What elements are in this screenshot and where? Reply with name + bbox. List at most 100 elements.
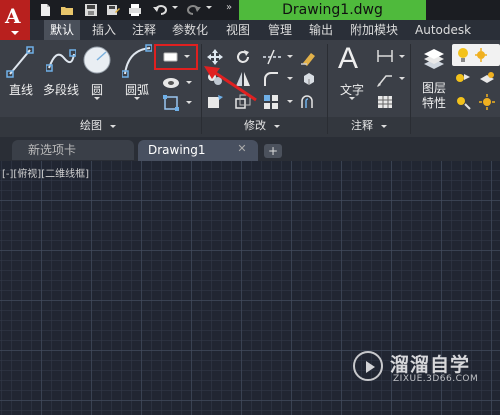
chevron-down-icon[interactable] bbox=[287, 77, 293, 80]
chevron-down-icon[interactable] bbox=[186, 81, 192, 84]
layer-lock-icon bbox=[479, 94, 495, 110]
dimension-tool[interactable] bbox=[376, 48, 394, 66]
sun-icon bbox=[475, 48, 487, 62]
chevron-down-icon bbox=[109, 124, 116, 128]
chevron-down-icon bbox=[349, 97, 355, 100]
layer-freeze-icon bbox=[456, 74, 470, 82]
array-tool[interactable] bbox=[262, 93, 280, 111]
table-icon bbox=[378, 96, 392, 108]
layer-isolate-icon bbox=[480, 72, 494, 83]
chevron-down-icon bbox=[273, 124, 280, 128]
polyline-label: 多段线 bbox=[42, 83, 79, 97]
arc-tool[interactable]: 圆弧 bbox=[120, 44, 154, 100]
draw-panel-title-label: 绘图 bbox=[80, 119, 102, 132]
chevron-down-icon bbox=[134, 97, 140, 100]
lightbulb-icon bbox=[458, 48, 468, 62]
dimension-icon bbox=[377, 50, 393, 62]
text-tool[interactable]: A 文字 bbox=[336, 42, 370, 108]
arc-icon bbox=[122, 44, 152, 78]
annotation-panel-title[interactable]: 注释 bbox=[351, 118, 387, 134]
trim-tool[interactable] bbox=[262, 48, 282, 66]
layer-off-tool[interactable] bbox=[454, 93, 472, 111]
redo-dropdown-icon[interactable] bbox=[206, 6, 212, 10]
draw-panel-title[interactable]: 绘图 bbox=[80, 118, 116, 134]
modify-panel-title-label: 修改 bbox=[244, 119, 266, 132]
layer-isolate-tool[interactable] bbox=[478, 70, 496, 88]
panel-divider bbox=[327, 44, 328, 134]
annotation-arrow bbox=[204, 66, 257, 102]
chevron-down-icon bbox=[380, 124, 387, 128]
layer-properties-label-2: 特性 bbox=[421, 96, 446, 110]
region-icon bbox=[163, 95, 179, 111]
tab-new-tab[interactable]: 新选项卡 bbox=[12, 140, 134, 160]
polyline-tool[interactable]: 多段线 bbox=[40, 44, 80, 100]
offset-icon bbox=[301, 95, 313, 108]
line-label: 直线 bbox=[8, 83, 33, 97]
viewport-controls[interactable]: [-][俯视][二维线框] bbox=[2, 165, 89, 180]
hatch-tool[interactable] bbox=[162, 74, 180, 92]
close-icon[interactable]: ✕ bbox=[236, 143, 248, 155]
document-title: Drawing1.dwg bbox=[239, 0, 426, 20]
line-icon bbox=[6, 46, 34, 78]
erase-icon bbox=[301, 53, 315, 66]
redo-icon[interactable] bbox=[186, 3, 201, 17]
play-icon bbox=[366, 361, 375, 373]
layer-state-tool[interactable] bbox=[454, 70, 472, 88]
trim-icon bbox=[263, 49, 282, 65]
annotation-panel-title-label: 注释 bbox=[351, 119, 373, 132]
line-tool[interactable]: 直线 bbox=[4, 44, 34, 100]
save-as-icon[interactable] bbox=[106, 3, 120, 17]
quick-access-more-icon[interactable]: » bbox=[226, 2, 232, 13]
layer-dropdown[interactable] bbox=[452, 44, 500, 66]
undo-dropdown-icon[interactable] bbox=[172, 6, 178, 10]
rectangle-icon bbox=[163, 52, 178, 62]
offset-tool[interactable] bbox=[300, 93, 318, 111]
add-tab-button[interactable]: + bbox=[264, 144, 282, 158]
save-icon[interactable] bbox=[84, 3, 98, 17]
tab-default[interactable]: 默认 bbox=[44, 20, 81, 40]
tab-parametric[interactable]: 参数化 bbox=[166, 20, 214, 40]
explode-icon bbox=[304, 73, 314, 85]
application-menu-button[interactable]: A bbox=[0, 0, 30, 40]
plot-icon[interactable] bbox=[128, 3, 142, 17]
hatch-icon bbox=[163, 78, 179, 88]
open-folder-icon[interactable] bbox=[60, 3, 74, 17]
tab-output[interactable]: 输出 bbox=[303, 20, 339, 40]
modify-panel-title[interactable]: 修改 bbox=[244, 118, 280, 134]
chevron-down-icon[interactable] bbox=[399, 77, 405, 80]
explode-tool[interactable] bbox=[300, 70, 318, 88]
polyline-icon bbox=[46, 49, 76, 72]
leader-icon bbox=[377, 75, 392, 87]
chevron-down-icon[interactable] bbox=[287, 100, 293, 103]
chevron-down-icon[interactable] bbox=[287, 55, 293, 58]
tab-autodesk-360[interactable]: Autodesk 360 bbox=[409, 20, 500, 57]
rectangle-tool[interactable] bbox=[160, 49, 190, 65]
chevron-down-icon[interactable] bbox=[186, 101, 192, 104]
text-icon: A bbox=[338, 42, 359, 75]
panel-divider bbox=[410, 44, 411, 134]
tab-view[interactable]: 视图 bbox=[220, 20, 256, 40]
region-tool[interactable] bbox=[162, 94, 180, 112]
chevron-down-icon bbox=[94, 97, 100, 100]
tab-annotate[interactable]: 注释 bbox=[126, 20, 162, 40]
erase-tool[interactable] bbox=[300, 48, 318, 66]
arc-label: 圆弧 bbox=[124, 83, 149, 97]
circle-tool[interactable]: 圆 bbox=[82, 44, 112, 100]
table-tool[interactable] bbox=[376, 93, 394, 111]
watermark-name: 溜溜自学 bbox=[390, 354, 471, 376]
layer-properties-tool[interactable]: 图层 特性 bbox=[414, 44, 454, 110]
undo-icon[interactable] bbox=[152, 3, 167, 17]
leader-tool[interactable] bbox=[376, 70, 394, 88]
circle-icon bbox=[83, 46, 111, 74]
fillet-tool[interactable] bbox=[262, 70, 280, 88]
tab-addins[interactable]: 附加模块 bbox=[344, 20, 404, 40]
watermark-url: ZIXUE.3D66.COM bbox=[393, 374, 479, 384]
new-file-icon[interactable] bbox=[38, 3, 52, 17]
autocad-logo-icon: A bbox=[5, 4, 21, 28]
chevron-down-icon[interactable] bbox=[399, 55, 405, 58]
tab-manage[interactable]: 管理 bbox=[262, 20, 298, 40]
layer-lock-tool[interactable] bbox=[478, 93, 496, 111]
array-icon bbox=[264, 95, 278, 109]
text-label: 文字 bbox=[339, 83, 364, 97]
tab-insert[interactable]: 插入 bbox=[86, 20, 122, 40]
